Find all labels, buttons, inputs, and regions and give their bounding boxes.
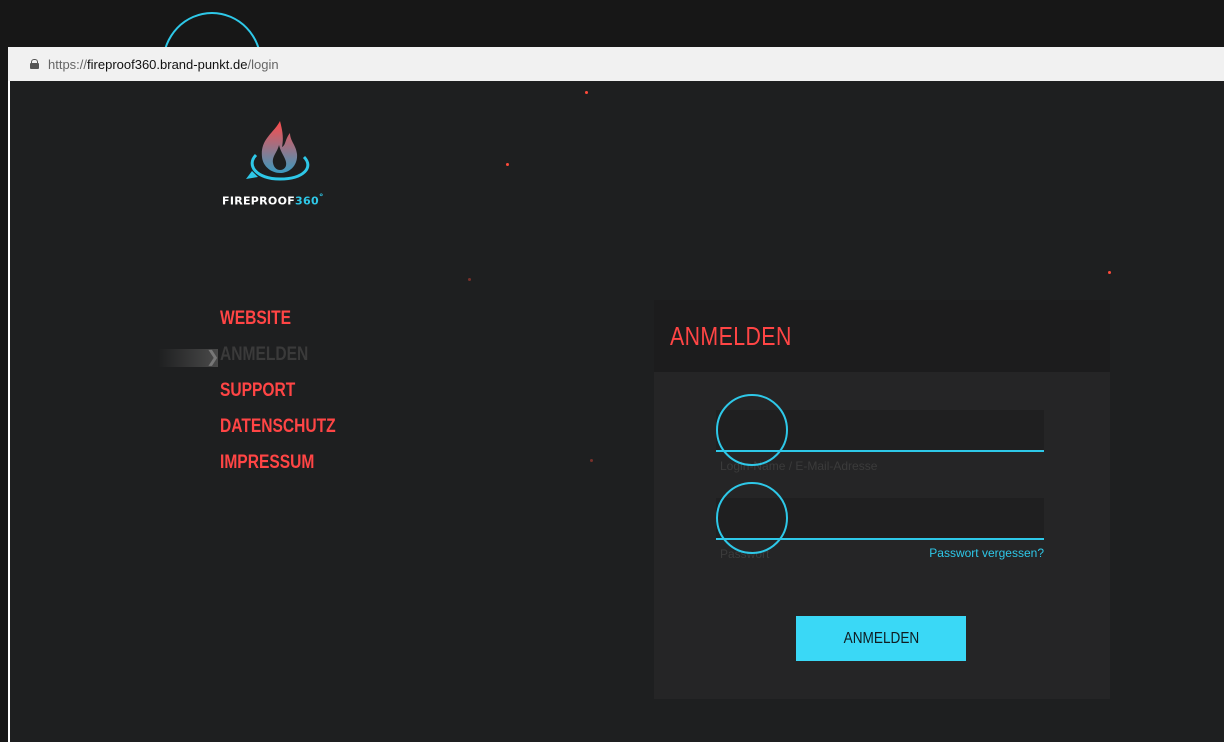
login-panel: ANMELDEN Login-Name / E-Mail-Adresse Pas…	[654, 300, 1110, 699]
logo-wordmark: FIREPROOF360°	[222, 192, 324, 208]
url-scheme: https://	[48, 56, 88, 72]
ember-particle	[506, 163, 509, 166]
url-host: fireproof360.brand-punkt.de	[87, 56, 248, 72]
address-bar[interactable]: https://fireproof360.brand-punkt.de/logi…	[8, 47, 1224, 81]
screen: https://fireproof360.brand-punkt.de/logi…	[0, 0, 1224, 742]
username-label: Login-Name / E-Mail-Adresse	[720, 459, 878, 473]
login-panel-header: ANMELDEN	[654, 300, 1110, 372]
flame-360-icon	[246, 121, 310, 181]
login-page: FIREPROOF360° ❯ WEBSITE ANMELDEN SUPPORT…	[8, 81, 1224, 742]
login-button-label: ANMELDEN	[843, 629, 919, 647]
side-nav: ❯ WEBSITE ANMELDEN SUPPORT DATENSCHUTZ I…	[158, 307, 361, 487]
lock-icon	[30, 59, 39, 69]
url-path: /login	[247, 56, 279, 72]
login-title: ANMELDEN	[670, 320, 792, 351]
login-button[interactable]: ANMELDEN	[796, 616, 966, 661]
nav-item-anmelden[interactable]: ANMELDEN	[220, 343, 336, 367]
username-field[interactable]	[716, 410, 1044, 452]
nav-item-impressum[interactable]: IMPRESSUM	[220, 451, 336, 475]
ember-particle	[585, 91, 588, 94]
nav-item-datenschutz[interactable]: DATENSCHUTZ	[220, 415, 336, 439]
logo-word-main: FIREPROOF	[222, 194, 296, 208]
password-label: Passwort	[720, 547, 770, 561]
fireproof360-logo[interactable]: FIREPROOF360°	[222, 119, 342, 209]
username-input[interactable]	[716, 410, 1044, 450]
nav-item-support[interactable]: SUPPORT	[220, 379, 336, 403]
forgot-password-link[interactable]: Passwort vergessen?	[929, 546, 1044, 560]
logo-word-accent: 360	[295, 194, 319, 208]
chevron-right-icon: ❯	[206, 349, 220, 366]
password-field[interactable]	[716, 498, 1044, 540]
password-input[interactable]	[716, 498, 1044, 538]
ember-particle	[468, 278, 471, 281]
ember-particle	[590, 459, 593, 462]
nav-item-website[interactable]: WEBSITE	[220, 307, 336, 331]
logo-degree: °	[318, 192, 324, 203]
ember-particle	[1108, 271, 1111, 274]
